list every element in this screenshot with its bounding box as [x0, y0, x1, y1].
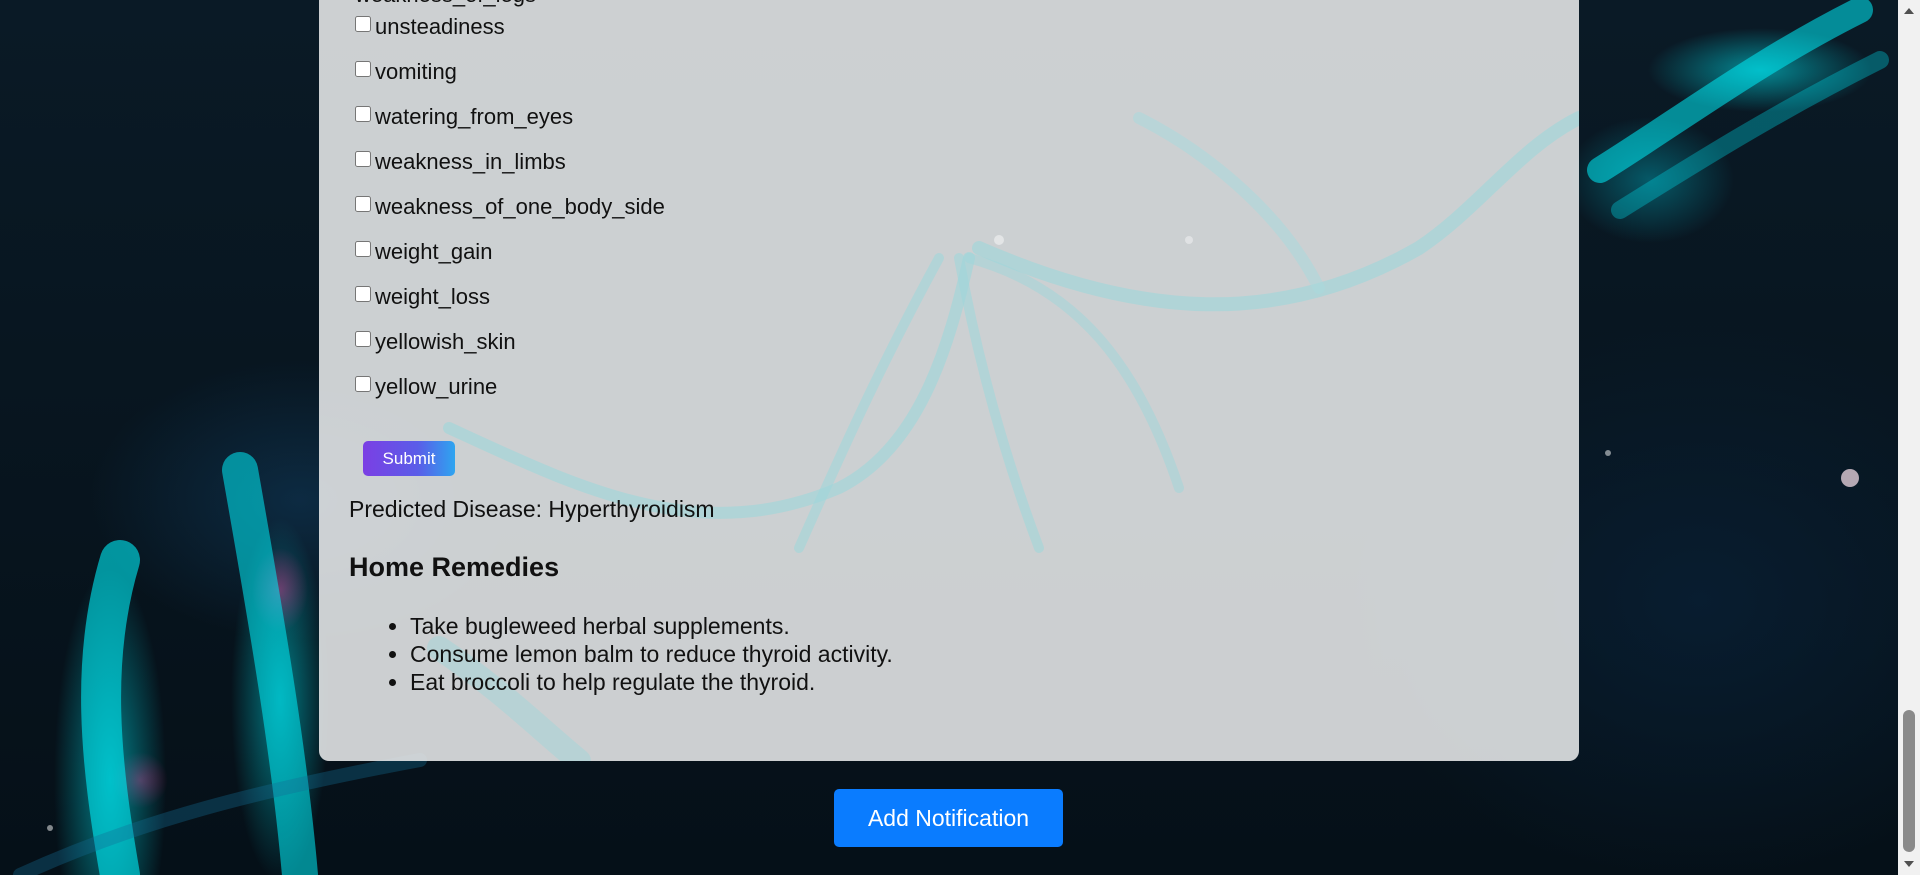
symptom-label: weight_loss: [375, 284, 490, 309]
predicted-disease-text: Predicted Disease: Hyperthyroidism: [349, 496, 715, 522]
symptom-checkbox[interactable]: [355, 376, 371, 392]
home-remedies-heading: Home Remedies: [349, 552, 560, 582]
symptom-label: yellowish_skin: [375, 329, 516, 354]
symptom-checkbox[interactable]: [355, 286, 371, 302]
symptom-form-card: weakness_of_legs unsteadiness vomiting w…: [319, 0, 1579, 761]
symptom-item-unsteadiness[interactable]: unsteadiness: [355, 12, 505, 42]
symptom-item-vomiting[interactable]: vomiting: [355, 57, 457, 87]
add-notification-button[interactable]: Add Notification: [834, 789, 1063, 847]
scroll-up-arrow-icon[interactable]: [1904, 8, 1914, 14]
scrollbar-thumb[interactable]: [1903, 710, 1915, 852]
symptom-label: yellow_urine: [375, 374, 498, 399]
page-scrollbar[interactable]: [1898, 0, 1920, 875]
remedy-item: Consume lemon balm to reduce thyroid act…: [410, 640, 893, 668]
home-remedies-list: Take bugleweed herbal supplements. Consu…: [349, 612, 893, 696]
symptom-item-watering-from-eyes[interactable]: watering_from_eyes: [355, 102, 573, 132]
symptom-item-clipped: weakness_of_legs: [355, 0, 536, 8]
symptom-label: vomiting: [375, 59, 457, 84]
symptom-item-weight-loss[interactable]: weight_loss: [355, 282, 490, 312]
symptom-item-weight-gain[interactable]: weight_gain: [355, 237, 492, 267]
symptom-checkbox[interactable]: [355, 241, 371, 257]
remedy-item: Take bugleweed herbal supplements.: [410, 612, 893, 640]
symptom-label: watering_from_eyes: [375, 104, 574, 129]
symptom-checkbox[interactable]: [355, 16, 371, 32]
symptom-checkbox[interactable]: [355, 151, 371, 167]
symptom-label: weakness_in_limbs: [375, 149, 566, 174]
symptom-checkbox[interactable]: [355, 61, 371, 77]
symptom-checkbox[interactable]: [355, 331, 371, 347]
symptom-label: weight_gain: [375, 239, 493, 264]
remedy-item: Eat broccoli to help regulate the thyroi…: [410, 668, 893, 696]
symptom-item-yellowish-skin[interactable]: yellowish_skin: [355, 327, 516, 357]
symptom-item-yellow-urine[interactable]: yellow_urine: [355, 372, 497, 402]
symptom-checkbox[interactable]: [355, 106, 371, 122]
symptom-checkbox[interactable]: [355, 196, 371, 212]
symptom-item-weakness-of-one-body-side[interactable]: weakness_of_one_body_side: [355, 192, 665, 222]
symptom-label: weakness_of_one_body_side: [375, 194, 665, 219]
symptom-item-weakness-in-limbs[interactable]: weakness_in_limbs: [355, 147, 566, 177]
scroll-down-arrow-icon[interactable]: [1904, 861, 1914, 867]
symptom-label: unsteadiness: [375, 14, 505, 39]
submit-button[interactable]: Submit: [363, 441, 455, 476]
